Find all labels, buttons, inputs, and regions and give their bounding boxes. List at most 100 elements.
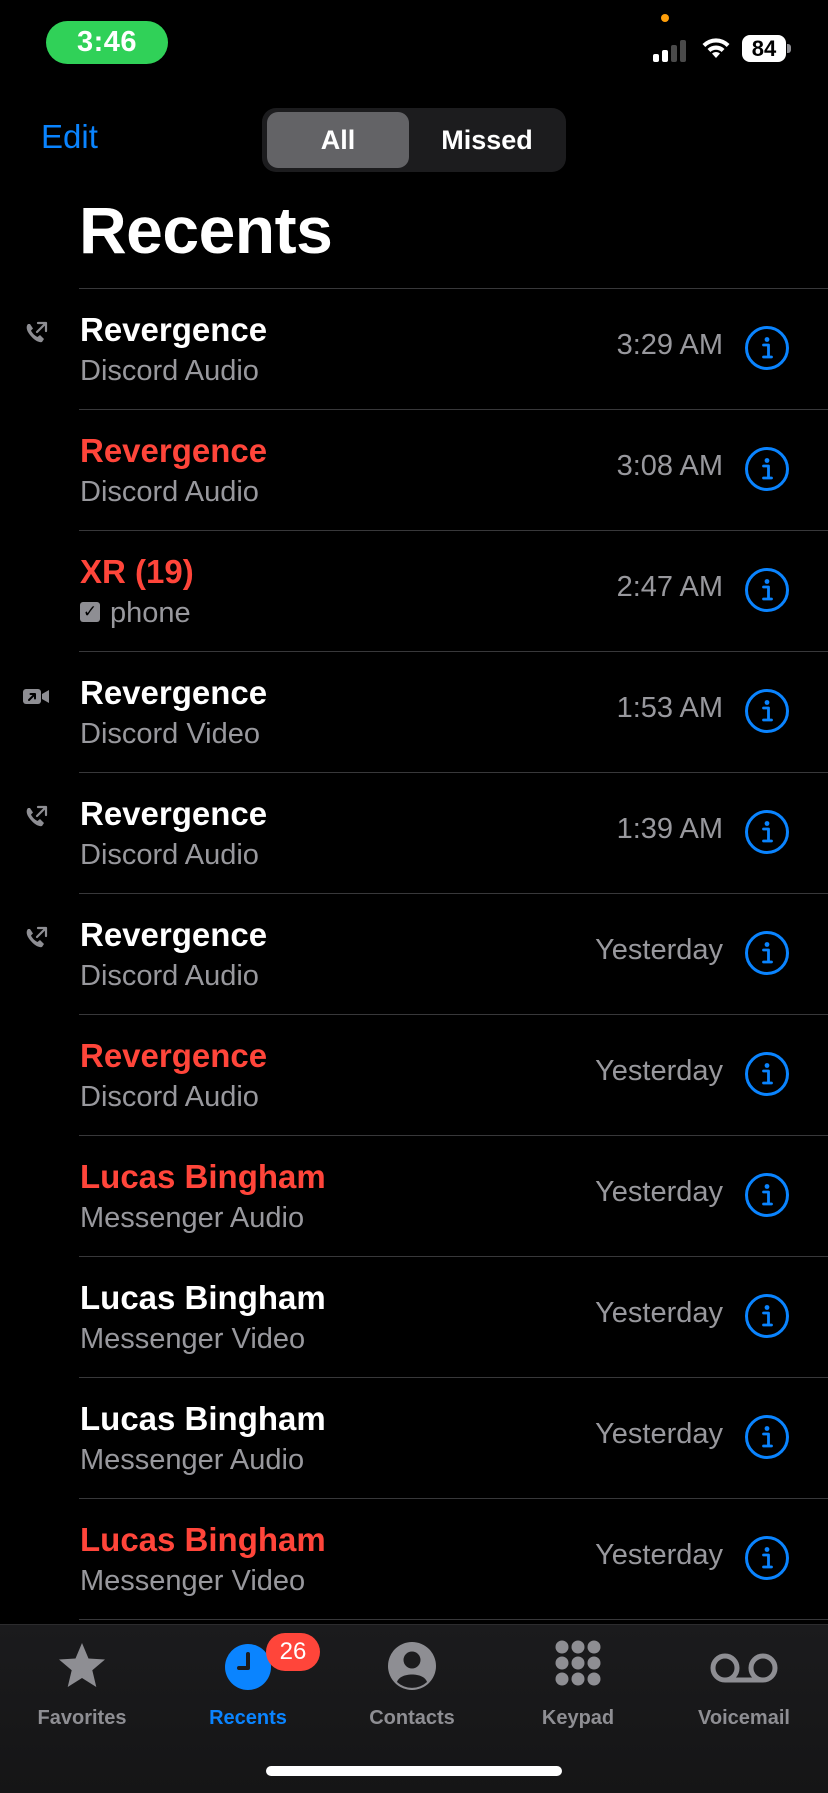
call-row[interactable]: Revergence Discord Audio 3:08 AM [79, 410, 828, 531]
call-row[interactable]: Revergence Discord Audio Yesterday [79, 1015, 828, 1136]
tab-keypad[interactable]: Keypad [498, 1625, 658, 1745]
caller-name: Lucas Bingham [80, 1158, 326, 1195]
call-detail: Discord Audio [80, 960, 259, 993]
checkbox-icon: ✓ [80, 602, 100, 623]
home-indicator[interactable] [266, 1766, 562, 1776]
person-circle-icon [388, 1642, 436, 1690]
call-detail: Discord Audio [80, 839, 259, 872]
caller-name: XR (19) [80, 553, 194, 590]
call-detail-label: Messenger Audio [80, 1202, 305, 1234]
call-status-time-pill[interactable]: 3:46 [46, 21, 168, 64]
call-detail-label: Discord Video [80, 718, 261, 750]
call-time: Yesterday [595, 934, 723, 966]
segment-all[interactable]: All [267, 112, 409, 168]
keypad-icon [555, 1640, 601, 1686]
call-detail-label: Discord Audio [80, 476, 259, 508]
call-row[interactable]: Revergence Discord Audio 3:29 AM [26, 289, 828, 410]
tab-label-keypad: Keypad [541, 1707, 615, 1729]
outgoing-video-icon [23, 689, 49, 704]
call-time: 2:47 AM [616, 571, 723, 603]
call-time: Yesterday [595, 1539, 723, 1571]
tab-contacts[interactable]: Contacts [332, 1625, 492, 1745]
call-detail-label: Messenger Audio [80, 1444, 305, 1476]
call-detail-label: Discord Audio [80, 1081, 259, 1113]
call-detail: Messenger Audio [80, 1444, 304, 1477]
info-icon [762, 458, 773, 480]
call-row[interactable]: Revergence Discord Audio 1:39 AM [26, 773, 828, 894]
info-icon [762, 1305, 773, 1327]
call-detail-label: Discord Audio [80, 960, 259, 992]
caller-name: Revergence [80, 674, 268, 711]
call-row[interactable]: Lucas Bingham Messenger Video Yesterday [79, 1499, 828, 1620]
call-row[interactable]: Lucas Bingham Messenger Video Yesterday [79, 1257, 828, 1378]
info-button[interactable] [745, 1052, 789, 1096]
call-row[interactable]: Lucas Bingham Messenger Audio Yesterday [79, 1378, 828, 1499]
info-button[interactable] [745, 326, 789, 370]
privacy-indicator-dot [661, 14, 669, 22]
info-icon [762, 337, 773, 359]
info-button[interactable] [745, 810, 789, 854]
call-time: 1:53 AM [616, 692, 723, 724]
battery-icon: 84 [742, 35, 791, 62]
info-button[interactable] [745, 568, 789, 612]
caller-name: Revergence [80, 1037, 268, 1074]
info-icon [762, 1063, 773, 1085]
call-detail: Discord Audio [80, 476, 259, 509]
caller-name: Revergence [80, 311, 268, 348]
edit-button[interactable]: Edit [41, 118, 98, 156]
tab-voicemail[interactable]: Voicemail [664, 1625, 824, 1745]
outgoing-call-icon [26, 321, 48, 343]
recents-badge: 26 [266, 1633, 320, 1671]
info-icon [762, 821, 773, 843]
tab-label-voicemail: Voicemail [698, 1707, 790, 1729]
outgoing-call-icon [26, 805, 48, 827]
caller-name: Lucas Bingham [80, 1279, 326, 1316]
caller-name: Lucas Bingham [80, 1400, 326, 1437]
info-button[interactable] [745, 931, 789, 975]
info-button[interactable] [745, 689, 789, 733]
voicemail-icon [710, 1653, 778, 1683]
tab-label-contacts: Contacts [369, 1707, 455, 1729]
caller-name: Lucas Bingham [80, 1521, 326, 1558]
call-detail-label: Messenger Video [80, 1565, 306, 1597]
call-time: Yesterday [595, 1176, 723, 1208]
call-detail: Discord Video [80, 718, 260, 751]
call-time: 3:08 AM [616, 450, 723, 482]
recent-calls-list: Revergence Discord Audio 3:29 AM Revergence… [0, 289, 828, 1620]
segment-missed[interactable]: Missed [412, 112, 562, 168]
info-button[interactable] [745, 1173, 789, 1217]
call-row[interactable]: Lucas Bingham Messenger Audio Yesterday [79, 1136, 828, 1257]
tab-favorites[interactable]: Favorites [2, 1625, 162, 1745]
call-time: 1:39 AM [616, 813, 723, 845]
call-detail: ✓ phone [80, 597, 191, 630]
info-icon [762, 1184, 773, 1206]
call-detail-label: Messenger Video [80, 1323, 306, 1355]
call-detail: Messenger Video [80, 1323, 305, 1356]
info-icon [762, 1547, 773, 1569]
info-button[interactable] [745, 447, 789, 491]
call-detail-label: Discord Audio [80, 355, 259, 387]
call-detail: Messenger Audio [80, 1202, 304, 1235]
info-button[interactable] [745, 1294, 789, 1338]
info-button[interactable] [745, 1536, 789, 1580]
info-icon [762, 579, 773, 601]
tab-label-favorites: Favorites [37, 1707, 127, 1729]
call-detail-label: phone [110, 597, 191, 629]
wifi-icon [702, 38, 730, 58]
caller-name: Revergence [80, 795, 268, 832]
call-time: Yesterday [595, 1055, 723, 1087]
call-detail: Messenger Video [80, 1565, 305, 1598]
call-row[interactable]: XR (19) ✓ phone 2:47 AM [79, 531, 828, 652]
info-icon [762, 700, 773, 722]
info-button[interactable] [745, 1415, 789, 1459]
filter-segmented-control: All Missed [262, 108, 566, 172]
caller-name: Revergence [80, 916, 268, 953]
star-icon [59, 1643, 105, 1687]
call-row[interactable]: Revergence Discord Video 1:53 AM [23, 652, 828, 773]
call-detail: Discord Audio [80, 355, 259, 388]
call-row[interactable]: Revergence Discord Audio Yesterday [26, 894, 828, 1015]
battery-level: 84 [742, 35, 786, 62]
call-detail: Discord Audio [80, 1081, 259, 1114]
info-icon [762, 1426, 773, 1448]
page-title: Recents [79, 193, 333, 267]
